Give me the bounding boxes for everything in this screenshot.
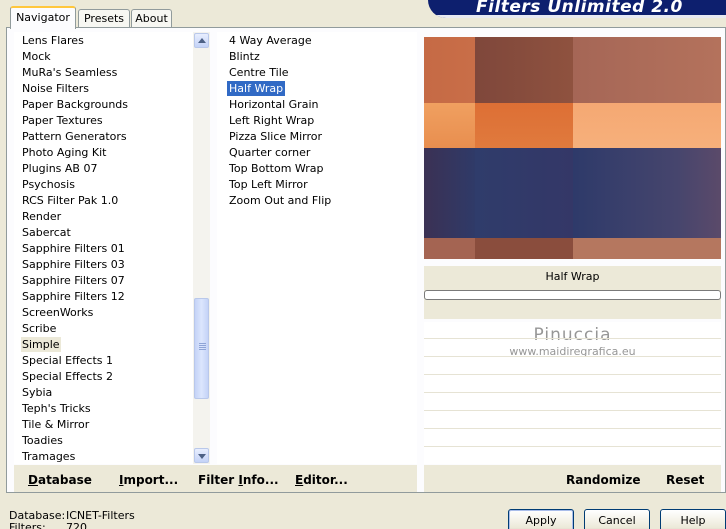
randomize-button[interactable]: Randomize xyxy=(566,473,640,487)
category-item[interactable]: Pattern Generators xyxy=(21,129,128,144)
preview-block xyxy=(475,37,573,103)
editor-button[interactable]: Editor... xyxy=(295,473,348,487)
category-item[interactable]: Psychosis xyxy=(21,177,76,192)
preview-image xyxy=(424,37,721,259)
parameter-row-divider xyxy=(424,338,721,339)
category-item[interactable]: Special Effects 2 xyxy=(21,369,114,384)
preview-block xyxy=(475,238,573,259)
scroll-up-button[interactable] xyxy=(194,33,209,48)
chevron-up-icon xyxy=(198,38,206,43)
banner-title: Filters Unlimited 2.0 xyxy=(476,0,683,17)
filter-item[interactable]: 4 Way Average xyxy=(227,33,314,48)
preview-block xyxy=(424,37,475,103)
filter-info-button-label: nfo... xyxy=(242,473,279,487)
scroll-thumb[interactable] xyxy=(194,298,209,399)
title-banner: Filters Unlimited 2.0 xyxy=(428,0,726,18)
preview-block xyxy=(424,238,475,259)
category-item[interactable]: Plugins AB 07 xyxy=(21,161,98,176)
database-button[interactable]: Database xyxy=(28,473,92,487)
filter-item[interactable]: Zoom Out and Flip xyxy=(227,193,333,208)
category-item[interactable]: Photo Aging Kit xyxy=(21,145,107,160)
category-item[interactable]: RCS Filter Pak 1.0 xyxy=(21,193,119,208)
preview-block xyxy=(424,148,475,238)
parameter-row-divider xyxy=(424,428,721,429)
navigator-actions: Database Import... Filter Info... Editor… xyxy=(14,465,417,492)
scroll-down-button[interactable] xyxy=(194,448,209,463)
status-filters-value: 720 xyxy=(66,521,87,529)
editor-button-label: ditor... xyxy=(303,473,348,487)
tab-navigator[interactable]: Navigator xyxy=(10,6,76,29)
category-item[interactable]: Sybia xyxy=(21,385,53,400)
parameter-row-divider xyxy=(424,374,721,375)
parameter-row-divider xyxy=(424,392,721,393)
parameter-row-divider xyxy=(424,356,721,357)
progress-bar xyxy=(424,290,721,300)
status-filters: Filters: 720 xyxy=(9,521,87,529)
import-button-label: mport... xyxy=(123,473,179,487)
preview-block xyxy=(573,37,721,103)
filter-item[interactable]: Centre Tile xyxy=(227,65,291,80)
category-item[interactable]: Toadies xyxy=(21,433,64,448)
category-item[interactable]: Special Effects 1 xyxy=(21,353,114,368)
database-button-label: atabase xyxy=(37,473,92,487)
preview-block xyxy=(475,148,573,238)
apply-button[interactable]: Apply xyxy=(508,509,574,529)
preview-block xyxy=(475,103,573,148)
tab-presets[interactable]: Presets xyxy=(78,9,130,28)
category-item[interactable]: Lens Flares xyxy=(21,33,85,48)
preview-block xyxy=(573,148,721,238)
filter-item[interactable]: Left Right Wrap xyxy=(227,113,316,128)
category-item[interactable]: Noise Filters xyxy=(21,81,90,96)
category-item[interactable]: Tile & Mirror xyxy=(21,417,90,432)
category-item[interactable]: Tramages xyxy=(21,449,76,464)
grip-icon xyxy=(199,345,206,346)
filter-item[interactable]: Blintz xyxy=(227,49,262,64)
chevron-down-icon xyxy=(198,454,206,459)
category-scrollbar[interactable] xyxy=(193,32,210,464)
cancel-button[interactable]: Cancel xyxy=(584,509,650,529)
category-item[interactable]: Sapphire Filters 07 xyxy=(21,273,126,288)
preview-filter-name: Half Wrap xyxy=(545,270,600,283)
database-button-mnemonic: D xyxy=(28,473,38,487)
category-item[interactable]: Sapphire Filters 12 xyxy=(21,289,126,304)
category-item[interactable]: Sabercat xyxy=(21,225,72,240)
category-item[interactable]: Scribe xyxy=(21,321,57,336)
import-button[interactable]: Import... xyxy=(119,473,178,487)
category-item[interactable]: Sapphire Filters 01 xyxy=(21,241,126,256)
tab-about[interactable]: About xyxy=(131,9,172,28)
reset-button[interactable]: Reset xyxy=(666,473,704,487)
category-item[interactable]: Paper Backgrounds xyxy=(21,97,129,112)
filter-item[interactable]: Quarter corner xyxy=(227,145,312,160)
filter-info-button-prefix: Filter xyxy=(198,473,239,487)
filter-item[interactable]: Half Wrap xyxy=(227,81,286,96)
preview-block xyxy=(424,103,475,148)
category-list[interactable]: Lens Flares Mock MuRa's Seamless Noise Filt… xyxy=(14,32,210,464)
filter-list[interactable]: 4 Way Average Blintz Centre Tile Half Wrap H… xyxy=(217,32,417,464)
preview-block xyxy=(573,238,721,259)
category-item[interactable]: MuRa's Seamless xyxy=(21,65,118,80)
preview-block xyxy=(573,103,721,148)
parameter-area: Pinuccia www.maidiregrafica.eu xyxy=(424,322,721,464)
editor-button-mnemonic: E xyxy=(295,473,304,487)
parameter-row-divider xyxy=(424,410,721,411)
category-item[interactable]: Simple xyxy=(21,337,61,352)
filter-item[interactable]: Top Left Mirror xyxy=(227,177,310,192)
watermark-name: Pinuccia xyxy=(533,325,612,345)
category-item[interactable]: Paper Textures xyxy=(21,113,104,128)
filter-info-button[interactable]: Filter Info... xyxy=(198,473,279,487)
parameter-row-divider xyxy=(424,446,721,447)
category-item[interactable]: Teph's Tricks xyxy=(21,401,92,416)
help-button[interactable]: Help xyxy=(660,509,726,529)
filter-item[interactable]: Horizontal Grain xyxy=(227,97,320,112)
category-item[interactable]: ScreenWorks xyxy=(21,305,94,320)
preview-actions: Randomize Reset xyxy=(424,465,721,492)
category-item[interactable]: Sapphire Filters 03 xyxy=(21,257,126,272)
preview-caption-area: Half Wrap xyxy=(424,266,721,319)
filter-item[interactable]: Pizza Slice Mirror xyxy=(227,129,324,144)
filter-item[interactable]: Top Bottom Wrap xyxy=(227,161,326,176)
category-item[interactable]: Mock xyxy=(21,49,52,64)
category-item[interactable]: Render xyxy=(21,209,62,224)
status-filters-label: Filters: xyxy=(9,521,46,529)
